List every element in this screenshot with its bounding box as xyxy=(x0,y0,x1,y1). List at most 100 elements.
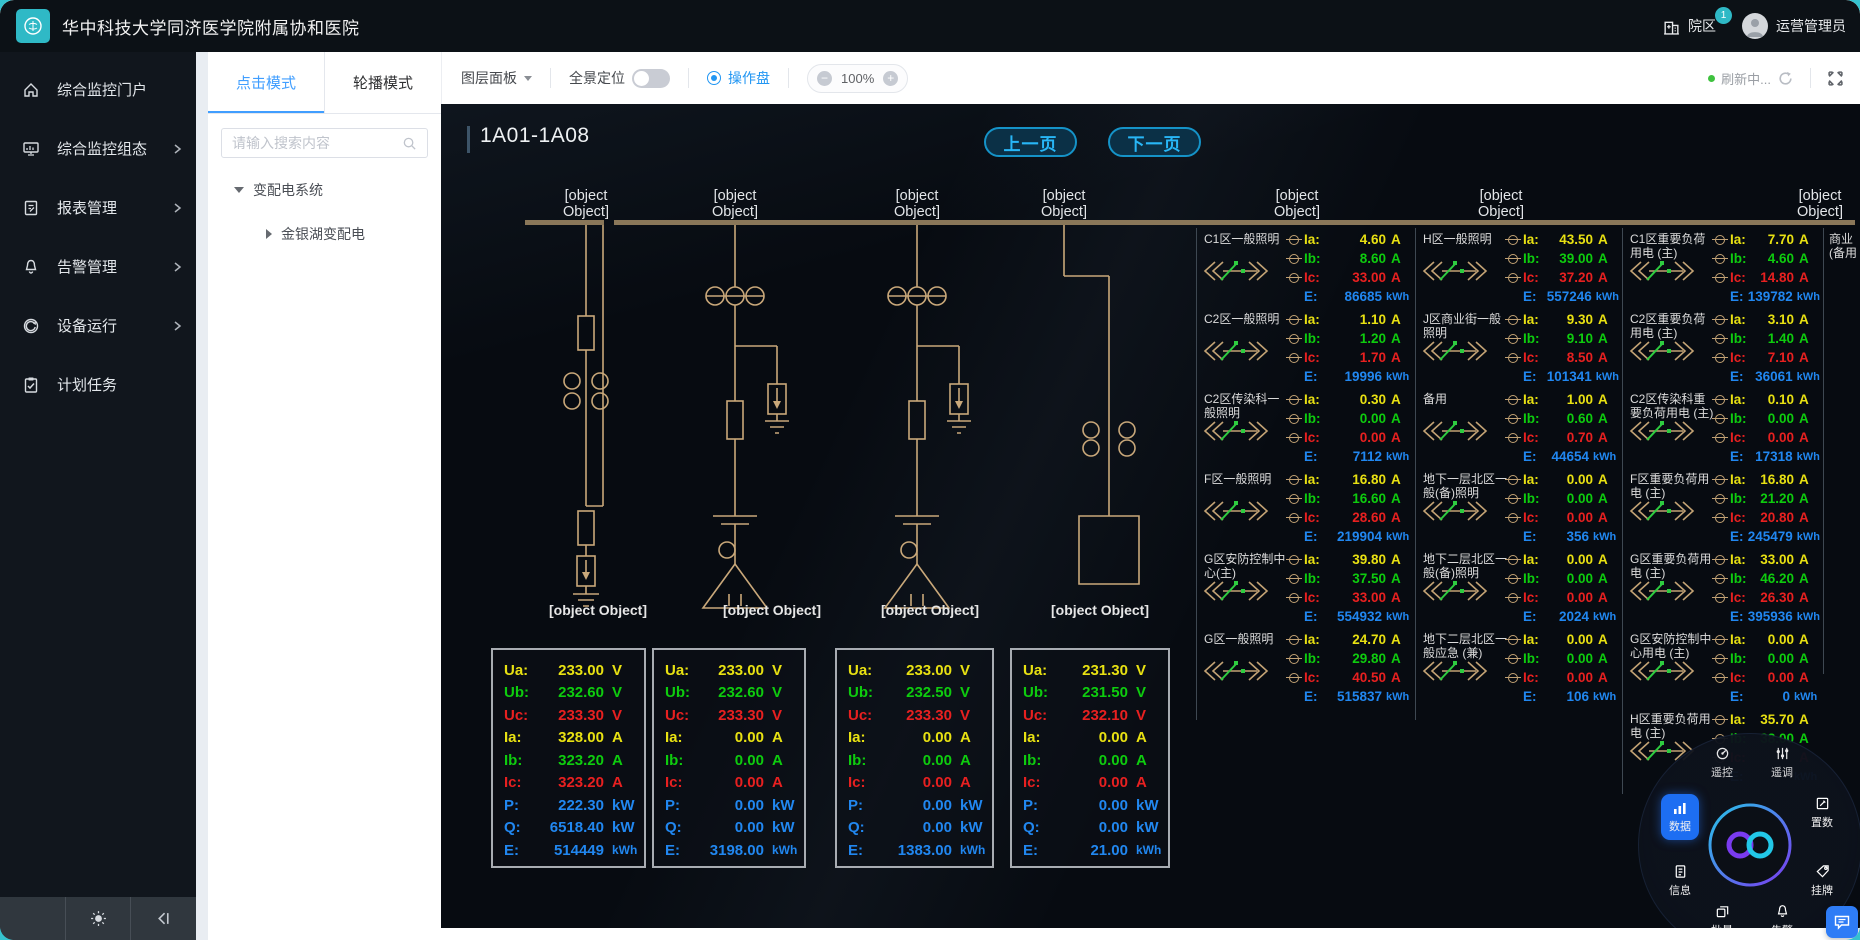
measurement-value: 0.00 xyxy=(1058,774,1128,791)
measurement-row: Uc: 232.10 V xyxy=(1012,704,1168,727)
switch-symbol[interactable] xyxy=(1625,338,1711,364)
tag-button[interactable]: 挂牌 xyxy=(1796,864,1848,898)
data-button[interactable]: 数据 xyxy=(1654,794,1706,840)
feeder-block[interactable]: C2区一般照明 Ia:1.10A Ib:1.20A Ic:1.70A E:199… xyxy=(1197,308,1415,388)
collapse-sidebar-button[interactable] xyxy=(131,897,196,940)
edit-icon xyxy=(1796,796,1848,811)
measurement-row: P: 0.00 kW xyxy=(837,794,992,817)
measurement-panel: Ua: 231.30 V Ub: 231.50 V Uc: xyxy=(1010,648,1170,868)
feeder-block[interactable]: G区安防控制中心(主) Ia:39.80A Ib:37.50A Ic:33.00… xyxy=(1197,548,1415,628)
switch-symbol[interactable] xyxy=(1418,418,1504,444)
feeder-block[interactable]: 地下二层北区一般(备)照明 Ia:0.00A Ib:0.00A Ic:0.00A… xyxy=(1416,548,1622,628)
user-menu[interactable]: 运营管理员 xyxy=(1742,13,1846,39)
measurement-value: 0.00 xyxy=(883,797,952,814)
switch-symbol[interactable] xyxy=(1199,338,1285,364)
tree-node-power-system[interactable]: 变配电系统 xyxy=(234,180,441,200)
operation-disc-radio[interactable]: 操作盘 xyxy=(707,68,770,88)
ct-icon xyxy=(1289,593,1299,603)
scada-canvas[interactable]: 1A01-1A08 上一页 下一页 [object Object][object… xyxy=(441,104,1860,928)
sidebar-item-alarms[interactable]: 告警管理 xyxy=(0,237,196,296)
switch-symbol[interactable] xyxy=(1625,418,1711,444)
sidebar-item-reports[interactable]: 报表管理 xyxy=(0,178,196,237)
prev-page-button[interactable]: 上一页 xyxy=(984,127,1077,157)
feeder-block[interactable]: 备用 Ia:1.00A Ib:0.60A Ic:0.70A E:44654kWh xyxy=(1416,388,1622,468)
switch-symbol[interactable] xyxy=(1199,258,1285,284)
feeder-block[interactable]: G区安防控制中心用电 (主) Ia:0.00A Ib:0.00A Ic:0.00… xyxy=(1623,628,1823,708)
measurement-key: Q: xyxy=(654,819,700,836)
sidebar-item-portal[interactable]: 综合监控门户 xyxy=(0,60,196,119)
search-input[interactable]: 请输入搜索内容 xyxy=(221,128,428,158)
sidebar-item-scada[interactable]: 综合监控组态 xyxy=(0,119,196,178)
feeder-block[interactable]: 地下二层北区一般应急 (兼) Ia:0.00A Ib:0.00A Ic:0.00… xyxy=(1416,628,1622,708)
set-value-button[interactable]: 置数 xyxy=(1796,796,1848,830)
feeder-block[interactable]: C2区传染科重要负荷用电 (主) Ia:0.10A Ib:0.00A Ic:0.… xyxy=(1623,388,1823,468)
feeder-label: 备用 xyxy=(1423,392,1509,406)
switch-symbol[interactable] xyxy=(1625,498,1711,524)
search-placeholder: 请输入搜索内容 xyxy=(232,133,396,153)
switch-symbol[interactable] xyxy=(1199,498,1285,524)
switch-symbol[interactable] xyxy=(1199,578,1285,604)
feeder-block[interactable]: G区重要负荷用电 (主) Ia:33.00A Ib:46.20A Ic:26.3… xyxy=(1623,548,1823,628)
switch-symbol[interactable] xyxy=(1625,658,1711,684)
campus-selector[interactable]: 院区 1 xyxy=(1662,16,1716,36)
chevron-right-icon xyxy=(173,320,182,332)
switch-symbol[interactable] xyxy=(1418,578,1504,604)
feeder-block[interactable]: J区商业街一般照明 Ia:9.30A Ib:9.10A Ic:8.50A E:1… xyxy=(1416,308,1622,388)
ia-value: 39.80 xyxy=(1332,552,1386,567)
switch-symbol[interactable] xyxy=(1625,578,1711,604)
switch-symbol[interactable] xyxy=(1418,658,1504,684)
bay-header: [object Object] xyxy=(1471,188,1531,220)
switch-symbol[interactable] xyxy=(1199,658,1285,684)
ic-value: 1.70 xyxy=(1332,350,1386,365)
ct-icon xyxy=(1715,635,1725,645)
title-accent-bar xyxy=(467,126,470,153)
feeder-block[interactable]: F区一般照明 Ia:16.80A Ib:16.60A Ic:28.60A E:2… xyxy=(1197,468,1415,548)
switch-symbol[interactable] xyxy=(1625,258,1711,284)
feeder-block[interactable]: G区一般照明 Ia:24.70A Ib:29.80A Ic:40.50A E:5… xyxy=(1197,628,1415,708)
switch-symbol[interactable] xyxy=(1418,258,1504,284)
sidebar-footer xyxy=(0,897,196,940)
measurement-row: Ua: 233.00 V xyxy=(654,659,804,682)
feeder-block[interactable]: C1区一般照明 Ia:4.60A Ib:8.60A Ic:33.00A E:86… xyxy=(1197,228,1415,308)
ct-icon xyxy=(1508,353,1518,363)
feeder-block[interactable]: C2区重要负荷用电 (主) Ia:3.10A Ib:1.40A Ic:7.10A… xyxy=(1623,308,1823,388)
ic-value: 8.50 xyxy=(1551,350,1593,365)
info-button[interactable]: 信息 xyxy=(1654,864,1706,898)
ib-value: 8.60 xyxy=(1332,251,1386,266)
energy-value: 36061 xyxy=(1755,369,1793,384)
sidebar-item-tasks[interactable]: 计划任务 xyxy=(0,355,196,414)
refresh-icon[interactable] xyxy=(1777,70,1794,87)
fullscreen-icon[interactable] xyxy=(1827,70,1844,87)
tab-carousel-mode[interactable]: 轮播模式 xyxy=(324,52,441,113)
feeder-label: F区一般照明 xyxy=(1204,472,1290,486)
switch-symbol[interactable] xyxy=(1418,338,1504,364)
feeder-block[interactable]: 地下一层北区一般(备)照明 Ia:0.00A Ib:0.00A Ic:0.00A… xyxy=(1416,468,1622,548)
feeder-block[interactable]: C2区传染科一般照明 Ia:0.30A Ib:0.00A Ic:0.00A E:… xyxy=(1197,388,1415,468)
batch-button[interactable]: 批量 xyxy=(1696,904,1748,928)
layer-panel-dropdown[interactable]: 图层面板 xyxy=(461,68,532,88)
switch-symbol[interactable] xyxy=(1418,498,1504,524)
chat-button[interactable] xyxy=(1826,906,1858,938)
switch-symbol[interactable] xyxy=(1199,418,1285,444)
theme-toggle-button[interactable] xyxy=(66,897,132,940)
operation-disc-widget: 遥控 遥调 数据 置数 信息 挂牌 xyxy=(1638,733,1860,928)
widget-hub[interactable] xyxy=(1706,801,1794,889)
remote-control-button[interactable]: 遥控 xyxy=(1696,746,1748,780)
zoom-out-button[interactable]: − xyxy=(817,71,832,86)
measurement-value: 0.00 xyxy=(700,774,764,791)
feeder-label: C2区传染科一般照明 xyxy=(1204,392,1290,420)
zoom-in-button[interactable]: + xyxy=(883,71,898,86)
tree-node-jinyinhu[interactable]: 金银湖变配电 xyxy=(266,224,441,244)
feeder-block[interactable]: F区重要负荷用电 (主) Ia:16.80A Ib:21.20A Ic:20.8… xyxy=(1623,468,1823,548)
next-page-button[interactable]: 下一页 xyxy=(1108,127,1201,157)
tab-click-mode[interactable]: 点击模式 xyxy=(208,52,324,113)
feeder-block[interactable]: C1区重要负荷用电 (主) Ia:7.70A Ib:4.60A Ic:14.80… xyxy=(1623,228,1823,308)
sidebar-item-devices[interactable]: 设备运行 xyxy=(0,296,196,355)
feeder-block[interactable]: H区一般照明 Ia:43.50A Ib:39.00A Ic:37.20A E:5… xyxy=(1416,228,1622,308)
alarm-button[interactable]: 告警 xyxy=(1756,904,1808,928)
remote-adjust-button[interactable]: 遥调 xyxy=(1756,746,1808,780)
measurement-key: E: xyxy=(493,842,539,859)
ia-value: 0.00 xyxy=(1551,472,1593,487)
panorama-toggle[interactable] xyxy=(632,69,670,88)
measurement-row: Ic: 0.00 A xyxy=(837,772,992,795)
